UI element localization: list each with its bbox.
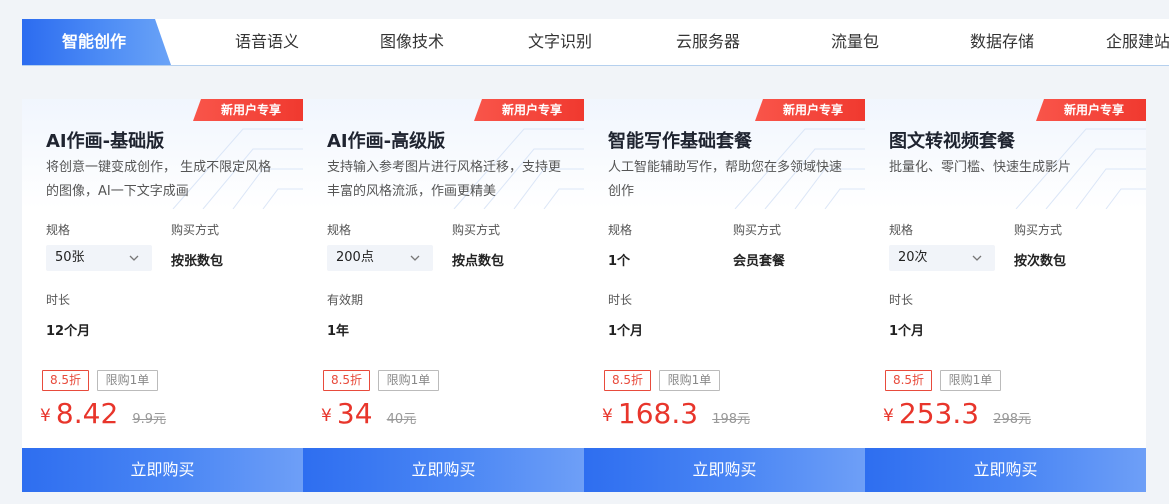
tab-data-storage[interactable]: 数据存储 xyxy=(932,19,1072,65)
duration-label: 时长 xyxy=(46,293,71,307)
chevron-down-icon xyxy=(129,255,139,261)
tab-smart-creation[interactable]: 智能创作 xyxy=(22,19,171,65)
purchase-limit-tag: 限购1单 xyxy=(940,370,1001,391)
original-price: 40元 xyxy=(386,412,417,427)
discount-tag: 8.5折 xyxy=(604,370,651,391)
tab-enterprise-website[interactable]: 企服建站 xyxy=(1078,19,1169,65)
buy-mode-label: 购买方式 xyxy=(733,223,782,237)
new-user-badge: 新用户专享 xyxy=(474,99,584,121)
current-price: 8.42 xyxy=(55,397,119,430)
spec-select[interactable]: 200点 xyxy=(327,245,433,271)
spec-select[interactable]: 20次 xyxy=(889,245,995,271)
buy-mode-value: 按张数包 xyxy=(171,254,224,269)
spec-label: 规格 xyxy=(889,223,914,237)
category-tab-bar: 智能创作 语音语义 图像技术 文字识别 云服务器 流量包 数据存储 企服建站 xyxy=(22,19,1169,66)
price: ¥ 8.42 9.9元 xyxy=(40,397,166,430)
tab-cloud-server[interactable]: 云服务器 xyxy=(638,19,778,65)
duration-label: 时长 xyxy=(608,293,633,307)
buy-mode-value: 会员套餐 xyxy=(733,254,786,269)
currency-symbol: ¥ xyxy=(40,406,51,426)
card-title: AI作画-基础版 xyxy=(46,131,165,152)
current-price: 253.3 xyxy=(898,397,980,430)
currency-symbol: ¥ xyxy=(321,406,332,426)
tab-image-technology[interactable]: 图像技术 xyxy=(342,19,482,65)
original-price: 9.9元 xyxy=(132,412,167,427)
buy-mode-label: 购买方式 xyxy=(1014,223,1063,237)
card-description: 批量化、零门槛、快速生成影片 xyxy=(889,160,1072,175)
original-price: 298元 xyxy=(993,412,1032,427)
card-description: 支持输入参考图片进行风格迁移，支持更丰富的风格流派，作画更精美 xyxy=(327,160,562,199)
buy-mode-value: 按点数包 xyxy=(452,254,505,269)
duration-value: 1个月 xyxy=(889,324,925,339)
new-user-badge: 新用户专享 xyxy=(193,99,303,121)
buy-mode-label: 购买方式 xyxy=(452,223,501,237)
spec-select-value: 20次 xyxy=(898,250,928,265)
duration-value: 1个月 xyxy=(608,324,644,339)
duration-value: 12个月 xyxy=(46,324,91,339)
spec-select-value: 50张 xyxy=(55,250,85,265)
product-card-smart-writing: 新用户专享 智能写作基础套餐 人工智能辅助写作，帮助您在多领域快速创作 规格 购… xyxy=(584,99,865,492)
buy-now-button[interactable]: 立即购买 xyxy=(584,448,865,492)
card-description: 将创意一键变成创作， 生成不限定风格的图像，AI一下文字成画 xyxy=(46,160,272,199)
spec-label: 规格 xyxy=(608,223,633,237)
buy-now-button[interactable]: 立即购买 xyxy=(303,448,584,492)
discount-tag: 8.5折 xyxy=(42,370,89,391)
duration-label: 有效期 xyxy=(327,293,364,307)
duration-value: 1年 xyxy=(327,324,350,339)
original-price: 198元 xyxy=(712,412,751,427)
purchase-limit-tag: 限购1单 xyxy=(378,370,439,391)
spec-value: 1个 xyxy=(608,254,631,269)
product-card-ai-painting-basic: 新用户专享 AI作画-基础版 将创意一键变成创作， 生成不限定风格的图像，AI一… xyxy=(22,99,303,492)
tab-traffic-package[interactable]: 流量包 xyxy=(785,19,925,65)
purchase-limit-tag: 限购1单 xyxy=(659,370,720,391)
buy-now-button[interactable]: 立即购买 xyxy=(22,448,303,492)
buy-now-button[interactable]: 立即购买 xyxy=(865,448,1146,492)
new-user-badge: 新用户专享 xyxy=(755,99,865,121)
current-price: 168.3 xyxy=(617,397,699,430)
tab-text-recognition[interactable]: 文字识别 xyxy=(490,19,630,65)
current-price: 34 xyxy=(336,397,373,430)
tab-speech-semantics[interactable]: 语音语义 xyxy=(197,19,337,65)
currency-symbol: ¥ xyxy=(602,406,613,426)
price: ¥ 34 40元 xyxy=(321,397,416,430)
duration-label: 时长 xyxy=(889,293,914,307)
discount-tag: 8.5折 xyxy=(885,370,932,391)
card-description: 人工智能辅助写作，帮助您在多领域快速创作 xyxy=(608,160,843,199)
chevron-down-icon xyxy=(410,255,420,261)
discount-tag: 8.5折 xyxy=(323,370,370,391)
card-title: 图文转视频套餐 xyxy=(889,131,1015,152)
buy-mode-value: 按次数包 xyxy=(1014,254,1067,269)
price: ¥ 168.3 198元 xyxy=(602,397,750,430)
card-title: 智能写作基础套餐 xyxy=(608,131,752,152)
product-card-image-to-video: 新用户专享 图文转视频套餐 批量化、零门槛、快速生成影片 规格 购买方式 20次… xyxy=(865,99,1146,492)
card-title: AI作画-高级版 xyxy=(327,131,446,152)
chevron-down-icon xyxy=(972,255,982,261)
purchase-limit-tag: 限购1单 xyxy=(97,370,158,391)
price: ¥ 253.3 298元 xyxy=(883,397,1031,430)
currency-symbol: ¥ xyxy=(883,406,894,426)
new-user-badge: 新用户专享 xyxy=(1036,99,1146,121)
spec-label: 规格 xyxy=(327,223,352,237)
spec-select-value: 200点 xyxy=(336,250,374,265)
product-card-ai-painting-advanced: 新用户专享 AI作画-高级版 支持输入参考图片进行风格迁移，支持更丰富的风格流派… xyxy=(303,99,584,492)
spec-label: 规格 xyxy=(46,223,71,237)
buy-mode-label: 购买方式 xyxy=(171,223,220,237)
spec-select[interactable]: 50张 xyxy=(46,245,152,271)
